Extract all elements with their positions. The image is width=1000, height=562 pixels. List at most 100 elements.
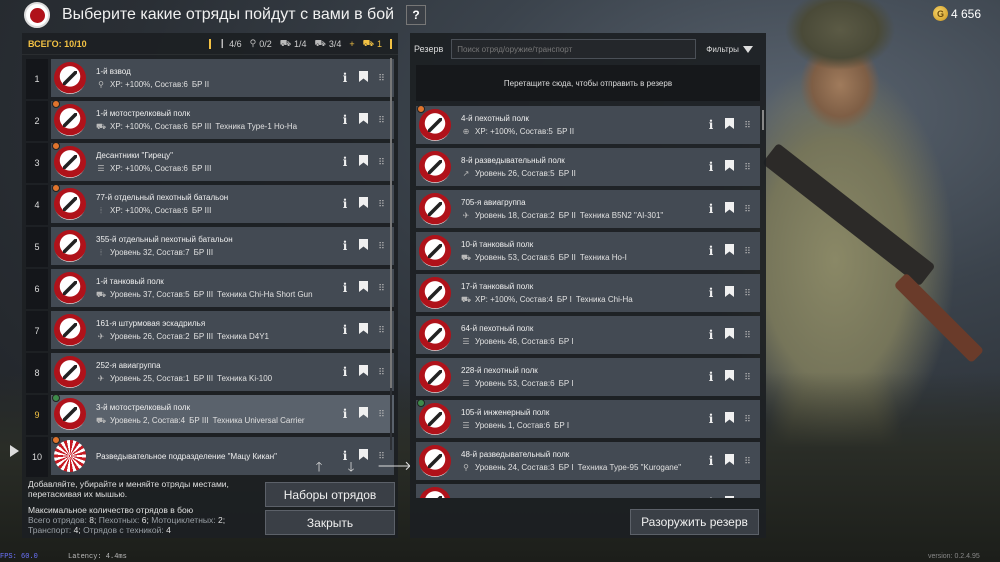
squad-card[interactable]: 64-й пехотный полк ☰ Уровень 46, Состав:6 Б… [416,316,760,354]
close-button[interactable]: Закрыть [265,510,395,535]
drag-handle-icon[interactable]: ⠿ [742,204,752,215]
drag-handle-icon[interactable]: ⠿ [742,288,752,299]
bookmark-icon[interactable] [724,118,734,132]
reserve-row[interactable]: 705-я авиагруппа ✈ Уровень 18, Состав:2 БР … [416,190,760,232]
info-icon[interactable]: i [340,197,350,211]
bookmark-icon[interactable] [358,239,368,253]
info-icon[interactable]: i [706,412,716,426]
squad-card[interactable]: 8-й разведывательный полк ↗ Уровень 26, Со… [416,148,760,186]
bookmark-icon[interactable] [724,370,734,384]
drag-handle-icon[interactable]: ⠿ [742,456,752,467]
squad-card[interactable]: 355-й отдельный пехотный батальон ⦙ Уровен… [51,227,394,265]
drag-handle-icon[interactable]: ⠿ [376,73,386,84]
squad-card[interactable]: 77-й отдельный пехотный батальон ⦙ XP: +10… [51,184,394,223]
info-icon[interactable]: i [340,281,350,295]
squad-card[interactable]: 10-й танковый полк ⛟ Уровень 53, Состав:6 Б… [416,232,760,270]
reserve-row[interactable]: 64-й пехотный полк ☰ Уровень 46, Состав:6 Б… [416,316,760,358]
info-icon[interactable]: i [706,286,716,300]
info-icon[interactable]: i [340,113,350,127]
drag-handle-icon[interactable]: ⠿ [376,325,386,336]
lineup-row[interactable]: 4 77-й отдельный пехотный батальон ⦙ XP: +1… [26,184,394,227]
arrow-up-icon[interactable]: 🡑 [313,458,325,480]
drag-handle-icon[interactable]: ⠿ [742,120,752,131]
bookmark-icon[interactable] [358,155,368,169]
drag-handle-icon[interactable]: ⠿ [376,157,386,168]
reserve-row[interactable]: 10-й танковый полк ⛟ Уровень 53, Состав:6 Б… [416,232,760,274]
disarm-reserve-button[interactable]: Разоружить резерв [630,509,759,535]
drag-handle-icon[interactable]: ⠿ [742,246,752,257]
bookmark-icon[interactable] [724,160,734,174]
bookmark-icon[interactable] [724,412,734,426]
lineup-row[interactable]: 1 1-й взвод ⚲ XP: +100%, Состав:6 БР II i ⠿ [26,59,394,101]
info-icon[interactable]: i [340,365,350,379]
arrow-right-icon[interactable]: 🡒 [377,458,412,480]
info-icon[interactable]: i [706,244,716,258]
reserve-row[interactable]: 228-й пехотный полк ☰ Уровень 53, Состав:6… [416,358,760,400]
lineup-row[interactable]: 2 1-й мотострелковый полк ⛟ XP: +100%, Сост… [26,100,394,143]
bookmark-icon[interactable] [724,496,734,498]
info-icon[interactable]: i [706,370,716,384]
reserve-row[interactable]: 4-й пехотный полк ⊕ XP: +100%, Состав:5 БР … [416,106,760,148]
bookmark-icon[interactable] [358,71,368,85]
squad-card[interactable]: 17-й танковый полк ⛟ XP: +100%, Состав:4 БР… [416,274,760,312]
lineup-scroll-thumb[interactable] [390,58,392,388]
info-icon[interactable]: i [340,323,350,337]
bookmark-icon[interactable] [724,286,734,300]
info-icon[interactable]: i [706,118,716,132]
squad-presets-button[interactable]: Наборы отрядов [265,482,395,507]
reserve-row[interactable]: 17-й танковый полк ⛟ XP: +100%, Состав:4 БР… [416,274,760,316]
filters-button[interactable]: Фильтры [706,45,753,54]
squad-card[interactable]: 705-я авиагруппа ✈ Уровень 18, Состав:2 БР … [416,190,760,228]
squad-card[interactable]: 4-й пехотный полк ⊕ XP: +100%, Состав:5 БР … [416,106,760,144]
lineup-row[interactable]: 3 Десантники "Гирецу" ☰ XP: +100%, Состав:6… [26,142,394,185]
bookmark-icon[interactable] [358,323,368,337]
bookmark-icon[interactable] [358,365,368,379]
drag-handle-icon[interactable]: ⠿ [376,115,386,126]
info-icon[interactable]: i [706,328,716,342]
search-input[interactable] [451,39,697,59]
info-icon[interactable]: i [706,202,716,216]
lineup-row[interactable]: 5 355-й отдельный пехотный батальон ⦙ Урове… [26,227,394,269]
bookmark-icon[interactable] [358,407,368,421]
help-button[interactable]: ? [406,5,427,25]
bookmark-icon[interactable] [358,113,368,127]
squad-card[interactable]: 1-й танковый полк ⛟ Уровень 37, Состав:5 БР… [51,269,394,307]
arrow-down-icon[interactable]: 🡓 [345,458,357,480]
squad-card[interactable]: 161-я штурмовая эскадрилья ✈ Уровень 26, С… [51,311,394,349]
drag-handle-icon[interactable]: ⠿ [742,330,752,341]
bookmark-icon[interactable] [724,328,734,342]
drag-handle-icon[interactable]: ⠿ [376,367,386,378]
bookmark-icon[interactable] [724,202,734,216]
drag-handle-icon[interactable]: ⠿ [742,162,752,173]
reserve-row[interactable]: 105-й инженерный полк ☰ Уровень 1, Состав:… [416,399,760,442]
reserve-row[interactable]: 8-й разведывательный полк ↗ Уровень 26, Со… [416,148,760,190]
info-icon[interactable]: i [340,155,350,169]
reserve-row[interactable]: 204-я авиагруппаi⠿ [416,484,760,498]
squad-card[interactable]: 48-й разведывательный полк ⚲ Уровень 24, С… [416,442,760,480]
lineup-row[interactable]: 9 3-й мотострелковый полк ⛟ Уровень 2, Сост… [26,394,394,437]
info-icon[interactable]: i [706,454,716,468]
reserve-row[interactable]: 48-й разведывательный полк ⚲ Уровень 24, С… [416,442,760,484]
squad-card[interactable]: 105-й инженерный полк ☰ Уровень 1, Состав:… [416,399,760,438]
lineup-row[interactable]: 8 252-я авиагруппа ✈ Уровень 25, Состав:1 БР… [26,353,394,395]
lineup-row[interactable]: 7 161-я штурмовая эскадрилья ✈ Уровень 26, … [26,311,394,353]
drag-handle-icon[interactable]: ⠿ [376,199,386,210]
drag-handle-icon[interactable]: ⠿ [376,409,386,420]
lineup-row[interactable]: 6 1-й танковый полк ⛟ Уровень 37, Состав:5 Б… [26,269,394,311]
squad-card[interactable]: 204-я авиагруппаi⠿ [416,484,760,498]
reserve-dropzone[interactable]: Перетащите сюда, чтобы отправить в резер… [416,65,760,101]
info-icon[interactable]: i [706,160,716,174]
info-icon[interactable]: i [340,407,350,421]
squad-card[interactable]: 228-й пехотный полк ☰ Уровень 53, Состав:6… [416,358,760,396]
bookmark-icon[interactable] [358,281,368,295]
squad-card[interactable]: 1-й взвод ⚲ XP: +100%, Состав:6 БР II i ⠿ [51,59,394,97]
info-icon[interactable]: i [340,239,350,253]
drag-handle-icon[interactable]: ⠿ [376,241,386,252]
squad-card[interactable]: 3-й мотострелковый полк ⛟ Уровень 2, Соста… [51,394,394,433]
drag-handle-icon[interactable]: ⠿ [742,414,752,425]
squad-card[interactable]: 1-й мотострелковый полк ⛟ XP: +100%, Соста… [51,100,394,139]
bookmark-icon[interactable] [724,244,734,258]
reserve-scroll-thumb[interactable] [762,110,764,130]
bookmark-icon[interactable] [724,454,734,468]
info-icon[interactable]: i [340,71,350,85]
